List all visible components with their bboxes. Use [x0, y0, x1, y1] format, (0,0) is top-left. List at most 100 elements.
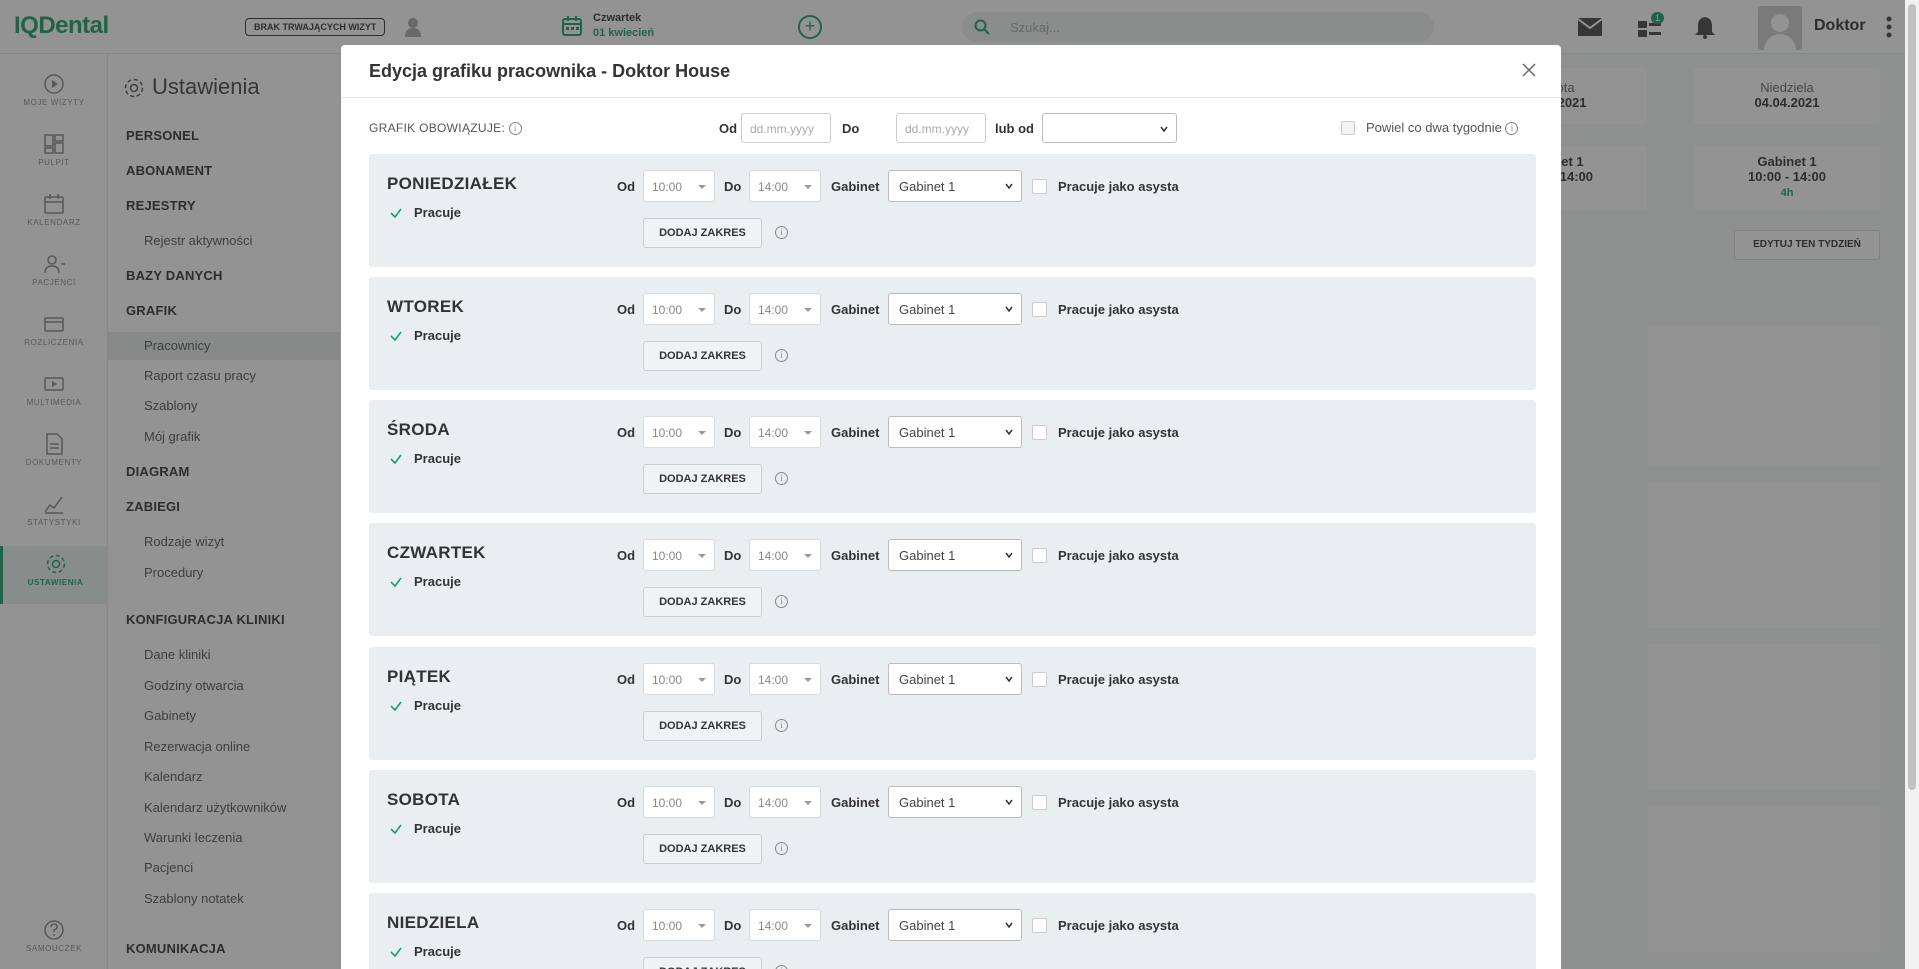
caret-down-icon — [698, 431, 706, 435]
or-from-select[interactable] — [1042, 113, 1177, 143]
room-value: Gabinet 1 — [899, 795, 956, 810]
close-icon[interactable] — [1521, 62, 1537, 78]
to-label: Do — [724, 672, 742, 687]
validity-to-label: Do — [842, 121, 860, 136]
info-icon[interactable]: i — [775, 842, 788, 855]
info-icon[interactable]: i — [775, 965, 788, 969]
to-time-value: 14:00 — [758, 673, 789, 687]
day-name: SOBOTA — [387, 790, 461, 809]
info-icon[interactable]: i — [1505, 122, 1519, 136]
room-value: Gabinet 1 — [899, 179, 956, 194]
from-time-select[interactable]: 10:00 — [643, 293, 715, 325]
scrollbar-thumb[interactable] — [1908, 4, 1916, 790]
assistant-label: Pracuje jako asysta — [1058, 548, 1179, 563]
assistant-label: Pracuje jako asysta — [1058, 179, 1179, 194]
from-time-select[interactable]: 10:00 — [643, 909, 715, 941]
works-checkbox[interactable] — [389, 699, 403, 713]
room-label: Gabinet — [831, 548, 880, 563]
from-time-value: 10:00 — [652, 426, 683, 440]
info-icon[interactable]: i — [775, 719, 788, 732]
from-time-value: 10:00 — [652, 796, 683, 810]
room-select[interactable]: Gabinet 1 — [888, 663, 1022, 695]
chevron-down-icon — [1005, 676, 1013, 683]
modal-title: Edycja grafiku pracownika - Doktor House — [369, 61, 731, 81]
add-range-button[interactable]: DODAJ ZAKRES — [643, 957, 762, 969]
validity-from-date-input[interactable]: dd.mm.yyyy — [741, 113, 831, 143]
info-icon[interactable]: i — [775, 349, 788, 362]
assistant-checkbox[interactable] — [1032, 302, 1047, 317]
info-icon[interactable]: i — [775, 226, 788, 239]
assistant-label: Pracuje jako asysta — [1058, 302, 1179, 317]
to-time-value: 14:00 — [758, 919, 789, 933]
to-time-select[interactable]: 14:00 — [749, 293, 821, 325]
info-icon[interactable]: i — [508, 122, 522, 136]
assistant-checkbox[interactable] — [1032, 548, 1047, 563]
from-label: Od — [617, 918, 636, 933]
add-range-button[interactable]: DODAJ ZAKRES — [643, 341, 762, 371]
page-scrollbar[interactable] — [1905, 0, 1919, 969]
from-label: Od — [617, 425, 636, 440]
works-label: Pracuje — [414, 451, 461, 466]
assistant-checkbox[interactable] — [1032, 918, 1047, 933]
from-time-value: 10:00 — [652, 303, 683, 317]
add-range-button[interactable]: DODAJ ZAKRES — [643, 834, 762, 864]
works-label: Pracuje — [414, 205, 461, 220]
add-range-button[interactable]: DODAJ ZAKRES — [643, 587, 762, 617]
add-range-button[interactable]: DODAJ ZAKRES — [643, 218, 762, 248]
validity-to-date-input[interactable]: dd.mm.yyyy — [896, 113, 986, 143]
assistant-label: Pracuje jako asysta — [1058, 425, 1179, 440]
day-card-saturday: SOBOTA Pracuje Od 10:00 Do 14:00 Gabinet… — [369, 770, 1536, 883]
assistant-checkbox[interactable] — [1032, 179, 1047, 194]
room-value: Gabinet 1 — [899, 425, 956, 440]
edit-schedule-modal: Edycja grafiku pracownika - Doktor House… — [341, 45, 1561, 969]
day-name: CZWARTEK — [387, 543, 486, 562]
assistant-label: Pracuje jako asysta — [1058, 672, 1179, 687]
caret-down-icon — [698, 308, 706, 312]
from-label: Od — [617, 672, 636, 687]
add-range-button[interactable]: DODAJ ZAKRES — [643, 464, 762, 494]
to-time-select[interactable]: 14:00 — [749, 663, 821, 695]
to-label: Do — [724, 795, 742, 810]
repeat-biweekly-label: Powiel co dwa tygodnie i — [1366, 120, 1519, 136]
works-label: Pracuje — [414, 328, 461, 343]
from-time-select[interactable]: 10:00 — [643, 539, 715, 571]
assistant-label: Pracuje jako asysta — [1058, 918, 1179, 933]
room-select[interactable]: Gabinet 1 — [888, 786, 1022, 818]
info-icon[interactable]: i — [775, 472, 788, 485]
from-time-select[interactable]: 10:00 — [643, 786, 715, 818]
add-range-button[interactable]: DODAJ ZAKRES — [643, 711, 762, 741]
works-checkbox[interactable] — [389, 945, 403, 959]
works-label: Pracuje — [414, 944, 461, 959]
caret-down-icon — [804, 308, 812, 312]
assistant-checkbox[interactable] — [1032, 425, 1047, 440]
repeat-biweekly-checkbox[interactable] — [1341, 121, 1355, 135]
to-time-select[interactable]: 14:00 — [749, 416, 821, 448]
repeat-biweekly-text: Powiel co dwa tygodnie — [1366, 120, 1502, 135]
works-checkbox[interactable] — [389, 206, 403, 220]
room-select[interactable]: Gabinet 1 — [888, 539, 1022, 571]
works-checkbox[interactable] — [389, 575, 403, 589]
from-time-select[interactable]: 10:00 — [643, 170, 715, 202]
info-icon[interactable]: i — [775, 595, 788, 608]
works-checkbox[interactable] — [389, 329, 403, 343]
to-time-select[interactable]: 14:00 — [749, 786, 821, 818]
room-label: Gabinet — [831, 672, 880, 687]
room-select[interactable]: Gabinet 1 — [888, 909, 1022, 941]
works-checkbox[interactable] — [389, 452, 403, 466]
to-label: Do — [724, 302, 742, 317]
room-select[interactable]: Gabinet 1 — [888, 170, 1022, 202]
room-select[interactable]: Gabinet 1 — [888, 416, 1022, 448]
from-label: Od — [617, 179, 636, 194]
assistant-checkbox[interactable] — [1032, 795, 1047, 810]
from-time-select[interactable]: 10:00 — [643, 663, 715, 695]
works-checkbox[interactable] — [389, 822, 403, 836]
schedule-validity-row: GRAFIK OBOWIĄZUJE: i Od dd.mm.yyyy Do dd… — [369, 113, 1541, 143]
assistant-checkbox[interactable] — [1032, 672, 1047, 687]
to-time-select[interactable]: 14:00 — [749, 170, 821, 202]
from-time-select[interactable]: 10:00 — [643, 416, 715, 448]
room-select[interactable]: Gabinet 1 — [888, 293, 1022, 325]
day-name: PONIEDZIAŁEK — [387, 174, 518, 193]
to-time-select[interactable]: 14:00 — [749, 539, 821, 571]
day-card-tuesday: WTOREK Pracuje Od 10:00 Do 14:00 Gabinet… — [369, 277, 1536, 390]
to-time-select[interactable]: 14:00 — [749, 909, 821, 941]
